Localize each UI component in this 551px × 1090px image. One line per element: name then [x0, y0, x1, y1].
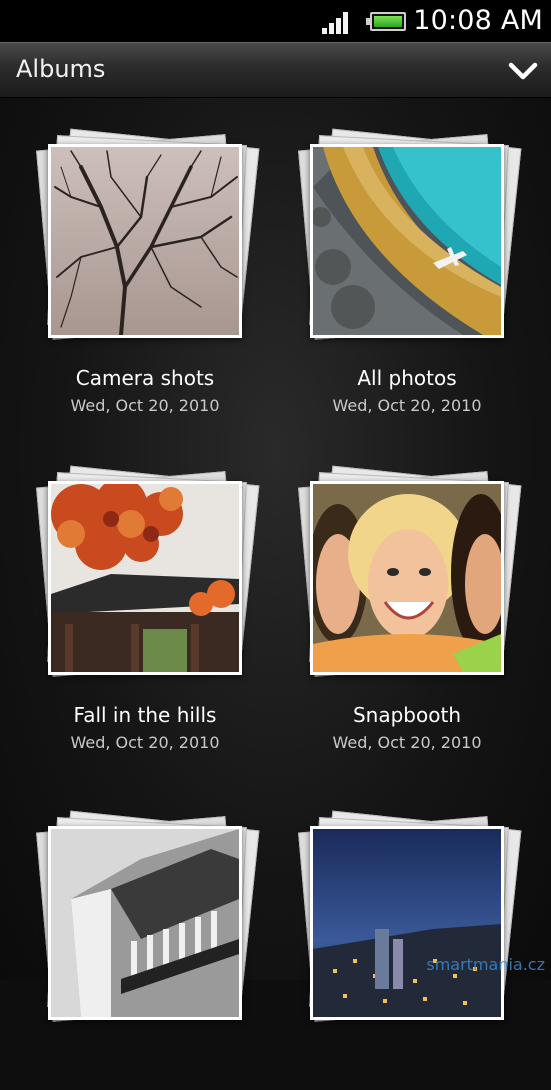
photo-stack — [0, 780, 260, 1022]
photo-stack — [262, 98, 522, 340]
photo-stack — [262, 780, 522, 1022]
battery-full-icon — [366, 12, 406, 31]
album-thumbnail — [310, 481, 504, 675]
album-name: Camera shots — [75, 366, 215, 390]
photo-stack — [262, 435, 522, 677]
status-bar: 10:08 AM — [0, 0, 551, 42]
album-thumbnail — [48, 481, 242, 675]
album-thumbnail — [310, 144, 504, 338]
watermark-logo: smartmania.cz — [426, 955, 545, 974]
album-name: Fall in the hills — [73, 703, 217, 727]
status-clock: 10:08 AM — [413, 5, 543, 36]
album-thumbnail — [48, 826, 242, 1020]
album-name: All photos — [357, 366, 457, 390]
photo-stack — [0, 435, 260, 677]
album-thumbnail-tile[interactable] — [0, 780, 260, 1090]
album-fall-in-the-hills[interactable]: Fall in the hills Wed, Oct 20, 2010 — [0, 435, 260, 752]
album-thumbnail — [48, 144, 242, 338]
album-name: Snapbooth — [352, 703, 461, 727]
page-title: Albums — [16, 55, 106, 83]
photo-stack — [0, 98, 260, 340]
album-dropdown-button[interactable] — [501, 49, 545, 93]
album-date: Wed, Oct 20, 2010 — [70, 396, 220, 415]
album-date: Wed, Oct 20, 2010 — [70, 733, 220, 752]
album-grid: Camera shots Wed, Oct 20, 2010 All photo… — [0, 98, 551, 1022]
albums-header: Albums — [0, 42, 551, 98]
album-thumbnail-tile[interactable] — [262, 780, 522, 1090]
album-date: Wed, Oct 20, 2010 — [332, 396, 482, 415]
album-snapbooth[interactable]: Snapbooth Wed, Oct 20, 2010 — [262, 435, 522, 752]
album-date: Wed, Oct 20, 2010 — [332, 733, 482, 752]
album-camera-shots[interactable]: Camera shots Wed, Oct 20, 2010 — [0, 98, 260, 415]
album-all-photos[interactable]: All photos Wed, Oct 20, 2010 — [262, 98, 522, 415]
chevron-down-icon — [508, 62, 538, 80]
signal-strength-icon — [322, 12, 352, 34]
album-thumbnail — [310, 826, 504, 1020]
